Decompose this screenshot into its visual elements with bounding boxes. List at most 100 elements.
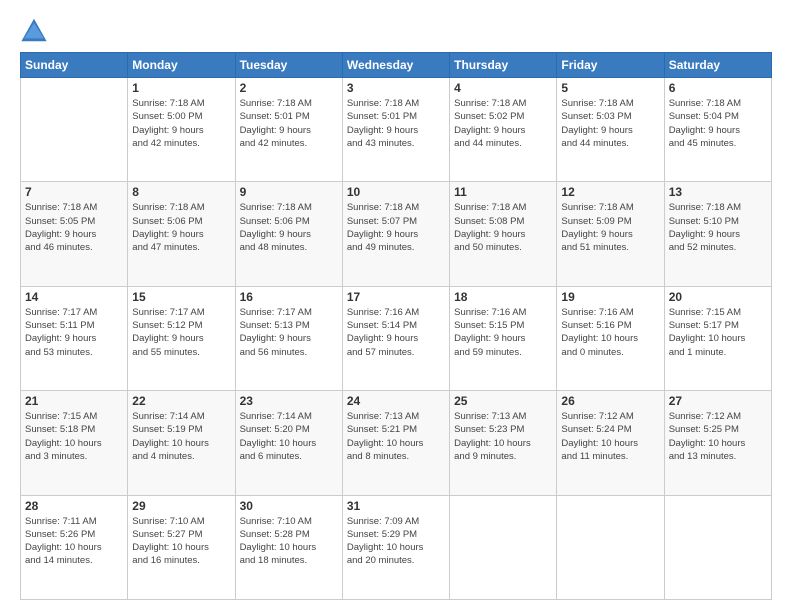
day-info: Sunrise: 7:17 AM Sunset: 5:11 PM Dayligh… <box>25 306 123 359</box>
day-number: 31 <box>347 499 445 513</box>
day-info: Sunrise: 7:17 AM Sunset: 5:12 PM Dayligh… <box>132 306 230 359</box>
calendar-day-cell: 27 Sunrise: 7:12 AM Sunset: 5:25 PM Dayli… <box>664 391 771 495</box>
day-info: Sunrise: 7:13 AM Sunset: 5:23 PM Dayligh… <box>454 410 552 463</box>
calendar-day-cell: 10Sunrise: 7:18 AM Sunset: 5:07 PM Dayli… <box>342 182 449 286</box>
calendar-day-cell <box>450 495 557 599</box>
calendar-day-cell: 6 Sunrise: 7:18 AM Sunset: 5:04 PM Daylig… <box>664 78 771 182</box>
day-number: 5 <box>561 81 659 95</box>
day-number: 29 <box>132 499 230 513</box>
day-number: 9 <box>240 185 338 199</box>
day-info: Sunrise: 7:18 AM Sunset: 5:06 PM Dayligh… <box>132 201 230 254</box>
day-number: 18 <box>454 290 552 304</box>
logo-icon <box>20 16 48 44</box>
header <box>20 16 772 44</box>
day-number: 10 <box>347 185 445 199</box>
day-number: 7 <box>25 185 123 199</box>
calendar-week-row: 7Sunrise: 7:18 AM Sunset: 5:05 PM Daylig… <box>21 182 772 286</box>
day-info: Sunrise: 7:13 AM Sunset: 5:21 PM Dayligh… <box>347 410 445 463</box>
calendar-header-cell: Sunday <box>21 53 128 78</box>
calendar-day-cell: 19Sunrise: 7:16 AM Sunset: 5:16 PM Dayli… <box>557 286 664 390</box>
calendar-day-cell: 30Sunrise: 7:10 AM Sunset: 5:28 PM Dayli… <box>235 495 342 599</box>
calendar-day-cell: 14 Sunrise: 7:17 AM Sunset: 5:11 PM Dayli… <box>21 286 128 390</box>
calendar-day-cell: 17Sunrise: 7:16 AM Sunset: 5:14 PM Dayli… <box>342 286 449 390</box>
day-info: Sunrise: 7:18 AM Sunset: 5:04 PM Dayligh… <box>669 97 767 150</box>
day-info: Sunrise: 7:18 AM Sunset: 5:03 PM Dayligh… <box>561 97 659 150</box>
day-info: Sunrise: 7:16 AM Sunset: 5:16 PM Dayligh… <box>561 306 659 359</box>
day-info: Sunrise: 7:10 AM Sunset: 5:27 PM Dayligh… <box>132 515 230 568</box>
calendar-week-row: 1 Sunrise: 7:18 AM Sunset: 5:00 PM Daylig… <box>21 78 772 182</box>
calendar-day-cell: 22 Sunrise: 7:14 AM Sunset: 5:19 PM Dayli… <box>128 391 235 495</box>
day-info: Sunrise: 7:18 AM Sunset: 5:08 PM Dayligh… <box>454 201 552 254</box>
calendar-day-cell: 1 Sunrise: 7:18 AM Sunset: 5:00 PM Daylig… <box>128 78 235 182</box>
day-info: Sunrise: 7:18 AM Sunset: 5:01 PM Dayligh… <box>347 97 445 150</box>
calendar-day-cell: 18 Sunrise: 7:16 AM Sunset: 5:15 PM Dayli… <box>450 286 557 390</box>
day-number: 20 <box>669 290 767 304</box>
calendar-header-cell: Friday <box>557 53 664 78</box>
day-number: 15 <box>132 290 230 304</box>
day-number: 14 <box>25 290 123 304</box>
logo <box>20 16 52 44</box>
calendar-day-cell: 7Sunrise: 7:18 AM Sunset: 5:05 PM Daylig… <box>21 182 128 286</box>
calendar-day-cell: 26Sunrise: 7:12 AM Sunset: 5:24 PM Dayli… <box>557 391 664 495</box>
day-info: Sunrise: 7:09 AM Sunset: 5:29 PM Dayligh… <box>347 515 445 568</box>
day-number: 22 <box>132 394 230 408</box>
calendar-day-cell: 11 Sunrise: 7:18 AM Sunset: 5:08 PM Dayli… <box>450 182 557 286</box>
day-info: Sunrise: 7:14 AM Sunset: 5:20 PM Dayligh… <box>240 410 338 463</box>
calendar-header-row: SundayMondayTuesdayWednesdayThursdayFrid… <box>21 53 772 78</box>
day-info: Sunrise: 7:15 AM Sunset: 5:17 PM Dayligh… <box>669 306 767 359</box>
calendar-day-cell <box>557 495 664 599</box>
calendar-day-cell: 5 Sunrise: 7:18 AM Sunset: 5:03 PM Daylig… <box>557 78 664 182</box>
calendar-day-cell: 29 Sunrise: 7:10 AM Sunset: 5:27 PM Dayli… <box>128 495 235 599</box>
day-number: 27 <box>669 394 767 408</box>
day-number: 30 <box>240 499 338 513</box>
calendar-day-cell: 20 Sunrise: 7:15 AM Sunset: 5:17 PM Dayli… <box>664 286 771 390</box>
calendar-day-cell <box>664 495 771 599</box>
calendar-day-cell: 16 Sunrise: 7:17 AM Sunset: 5:13 PM Dayli… <box>235 286 342 390</box>
day-info: Sunrise: 7:16 AM Sunset: 5:14 PM Dayligh… <box>347 306 445 359</box>
day-info: Sunrise: 7:18 AM Sunset: 5:10 PM Dayligh… <box>669 201 767 254</box>
calendar-week-row: 21Sunrise: 7:15 AM Sunset: 5:18 PM Dayli… <box>21 391 772 495</box>
calendar-day-cell <box>21 78 128 182</box>
day-info: Sunrise: 7:12 AM Sunset: 5:24 PM Dayligh… <box>561 410 659 463</box>
page: SundayMondayTuesdayWednesdayThursdayFrid… <box>0 0 792 612</box>
calendar-day-cell: 25 Sunrise: 7:13 AM Sunset: 5:23 PM Dayli… <box>450 391 557 495</box>
calendar-day-cell: 4 Sunrise: 7:18 AM Sunset: 5:02 PM Daylig… <box>450 78 557 182</box>
day-info: Sunrise: 7:18 AM Sunset: 5:09 PM Dayligh… <box>561 201 659 254</box>
day-info: Sunrise: 7:18 AM Sunset: 5:01 PM Dayligh… <box>240 97 338 150</box>
day-number: 6 <box>669 81 767 95</box>
day-info: Sunrise: 7:18 AM Sunset: 5:00 PM Dayligh… <box>132 97 230 150</box>
calendar-week-row: 14 Sunrise: 7:17 AM Sunset: 5:11 PM Dayli… <box>21 286 772 390</box>
day-number: 25 <box>454 394 552 408</box>
day-info: Sunrise: 7:17 AM Sunset: 5:13 PM Dayligh… <box>240 306 338 359</box>
day-info: Sunrise: 7:14 AM Sunset: 5:19 PM Dayligh… <box>132 410 230 463</box>
calendar-header-cell: Saturday <box>664 53 771 78</box>
day-info: Sunrise: 7:12 AM Sunset: 5:25 PM Dayligh… <box>669 410 767 463</box>
calendar-header-cell: Wednesday <box>342 53 449 78</box>
day-info: Sunrise: 7:15 AM Sunset: 5:18 PM Dayligh… <box>25 410 123 463</box>
day-number: 8 <box>132 185 230 199</box>
day-number: 2 <box>240 81 338 95</box>
calendar-header-cell: Monday <box>128 53 235 78</box>
day-info: Sunrise: 7:18 AM Sunset: 5:06 PM Dayligh… <box>240 201 338 254</box>
calendar-day-cell: 28Sunrise: 7:11 AM Sunset: 5:26 PM Dayli… <box>21 495 128 599</box>
day-number: 1 <box>132 81 230 95</box>
day-info: Sunrise: 7:11 AM Sunset: 5:26 PM Dayligh… <box>25 515 123 568</box>
calendar-week-row: 28Sunrise: 7:11 AM Sunset: 5:26 PM Dayli… <box>21 495 772 599</box>
day-info: Sunrise: 7:16 AM Sunset: 5:15 PM Dayligh… <box>454 306 552 359</box>
day-number: 11 <box>454 185 552 199</box>
calendar-day-cell: 15 Sunrise: 7:17 AM Sunset: 5:12 PM Dayli… <box>128 286 235 390</box>
calendar-day-cell: 2 Sunrise: 7:18 AM Sunset: 5:01 PM Daylig… <box>235 78 342 182</box>
calendar-header-cell: Tuesday <box>235 53 342 78</box>
day-number: 16 <box>240 290 338 304</box>
day-number: 23 <box>240 394 338 408</box>
calendar-day-cell: 9 Sunrise: 7:18 AM Sunset: 5:06 PM Daylig… <box>235 182 342 286</box>
day-info: Sunrise: 7:18 AM Sunset: 5:02 PM Dayligh… <box>454 97 552 150</box>
calendar-day-cell: 3Sunrise: 7:18 AM Sunset: 5:01 PM Daylig… <box>342 78 449 182</box>
calendar-header-cell: Thursday <box>450 53 557 78</box>
calendar-day-cell: 21Sunrise: 7:15 AM Sunset: 5:18 PM Dayli… <box>21 391 128 495</box>
calendar-day-cell: 12Sunrise: 7:18 AM Sunset: 5:09 PM Dayli… <box>557 182 664 286</box>
day-number: 13 <box>669 185 767 199</box>
day-number: 4 <box>454 81 552 95</box>
calendar-day-cell: 24 Sunrise: 7:13 AM Sunset: 5:21 PM Dayli… <box>342 391 449 495</box>
day-number: 24 <box>347 394 445 408</box>
